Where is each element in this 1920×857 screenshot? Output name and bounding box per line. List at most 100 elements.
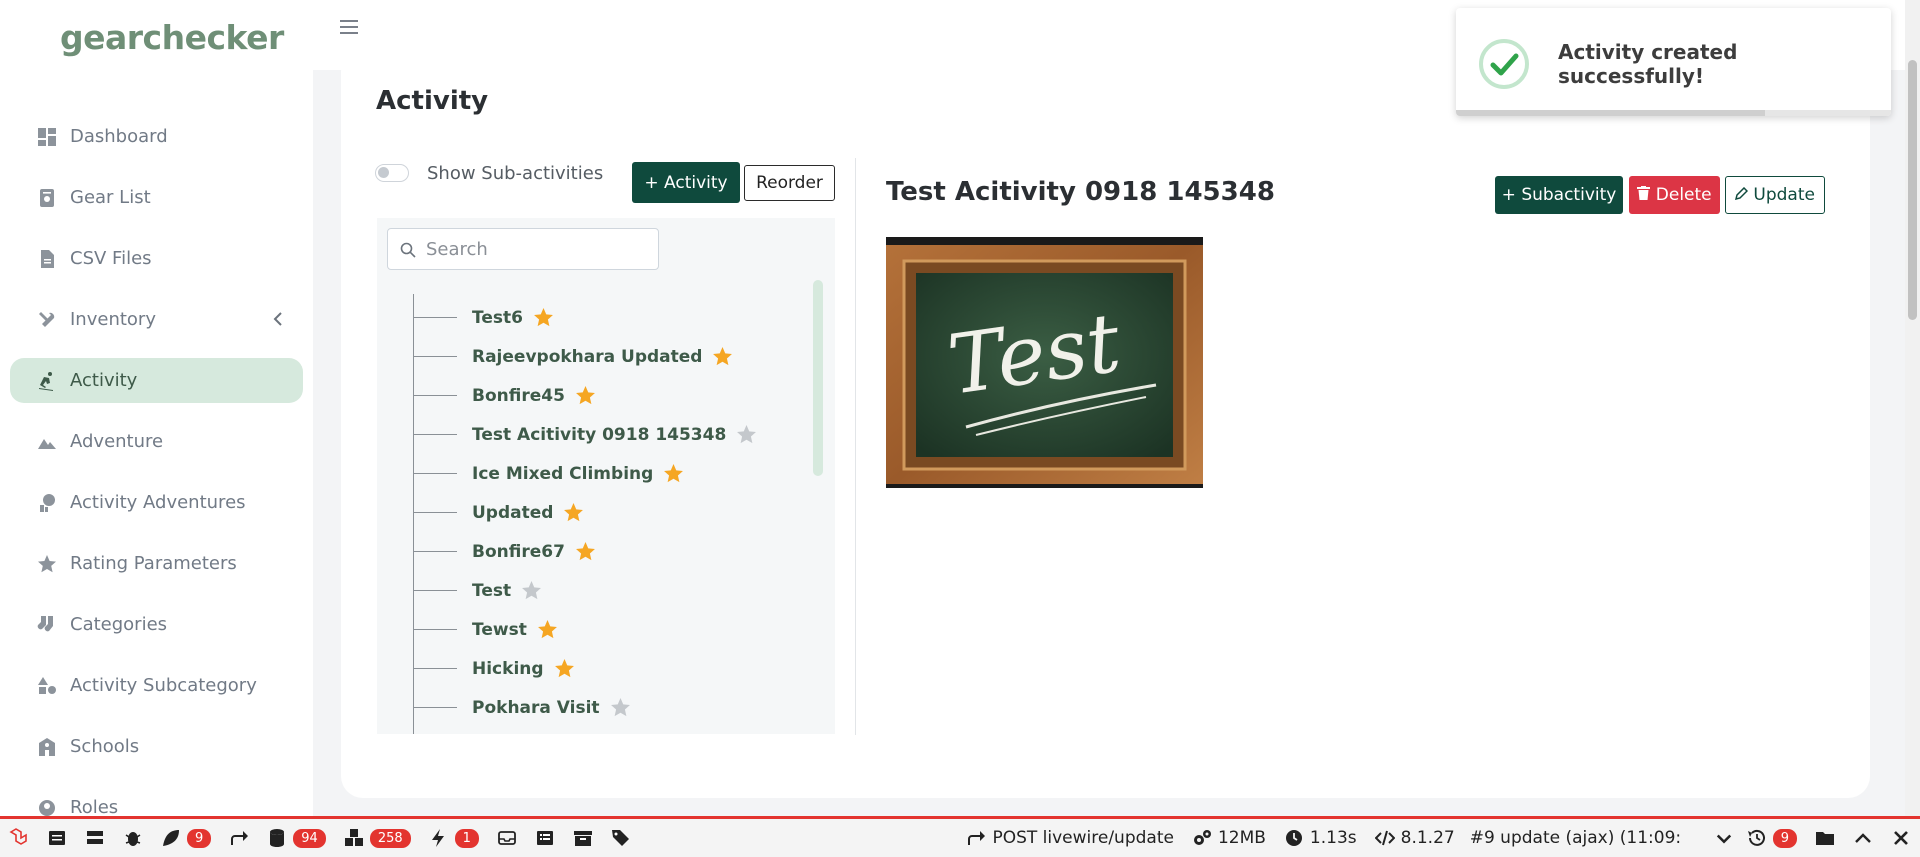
folder-icon[interactable] bbox=[1806, 819, 1844, 857]
tree-item-label[interactable]: Test Acitivity 0918 145348 bbox=[472, 425, 726, 445]
tree-item-label[interactable]: Bonfire67 bbox=[472, 542, 565, 562]
close-icon[interactable] bbox=[1882, 819, 1920, 857]
star-filled-icon[interactable] bbox=[533, 307, 554, 328]
sidebar-item-label: Gear List bbox=[70, 187, 151, 208]
archive-icon[interactable] bbox=[564, 819, 602, 857]
star-filled-icon[interactable] bbox=[575, 385, 596, 406]
tree-item-label[interactable]: Test bbox=[472, 581, 511, 601]
tree-item-label[interactable]: Pokhara Visit bbox=[472, 698, 600, 718]
memory-item[interactable]: 12MB bbox=[1183, 819, 1275, 857]
mail-icon[interactable] bbox=[488, 819, 526, 857]
sidebar-item-csv-files[interactable]: CSV Files bbox=[10, 236, 303, 281]
shapes-icon bbox=[36, 675, 58, 697]
time-item[interactable]: 1.13s bbox=[1275, 819, 1366, 857]
show-subactivities-label: Show Sub-activities bbox=[427, 163, 604, 184]
timeline-icon[interactable] bbox=[76, 819, 114, 857]
tree-branch-line bbox=[414, 356, 457, 357]
views-item[interactable]: 9 bbox=[152, 819, 220, 857]
list-icon[interactable] bbox=[526, 819, 564, 857]
sidebar-item-activity-adventures[interactable]: Activity Adventures bbox=[10, 480, 303, 525]
success-toast[interactable]: Activity created successfully! bbox=[1456, 8, 1891, 116]
tree-item-label[interactable]: Test6 bbox=[472, 308, 523, 328]
star-empty-icon[interactable] bbox=[736, 424, 757, 445]
tree-item[interactable]: Test6 bbox=[414, 298, 794, 337]
tree-branch-line bbox=[414, 434, 457, 435]
bug-icon[interactable] bbox=[114, 819, 152, 857]
tree-branch-line bbox=[414, 473, 457, 474]
chevron-left-icon[interactable] bbox=[271, 311, 287, 327]
tree-item[interactable]: Pokhara Visit bbox=[414, 688, 794, 727]
school-icon bbox=[36, 736, 58, 758]
tree-item[interactable]: Updated bbox=[414, 493, 794, 532]
star-filled-icon[interactable] bbox=[563, 502, 584, 523]
reorder-button[interactable]: Reorder bbox=[744, 165, 835, 201]
sidebar-item-adventure[interactable]: Adventure bbox=[10, 419, 303, 464]
update-button[interactable]: Update bbox=[1725, 176, 1825, 214]
update-label: Update bbox=[1753, 185, 1815, 205]
star-filled-icon[interactable] bbox=[537, 619, 558, 640]
tree-item-label[interactable]: Rajeevpokhara Updated bbox=[472, 347, 702, 367]
menu-toggle-icon[interactable] bbox=[340, 20, 358, 36]
chevron-down-icon[interactable] bbox=[1710, 819, 1738, 857]
tree-item-label[interactable]: Tewst bbox=[472, 620, 527, 640]
messages-icon[interactable] bbox=[38, 819, 76, 857]
sidebar-item-activity[interactable]: Activity bbox=[10, 358, 303, 403]
tree-item-label[interactable]: Bonfire45 bbox=[472, 386, 565, 406]
tree-item-label[interactable]: Updated bbox=[472, 503, 553, 523]
tree-item[interactable]: Bonfire67 bbox=[414, 532, 794, 571]
sidebar-item-label: Activity Subcategory bbox=[70, 675, 257, 696]
request-text: POST livewire/update bbox=[992, 828, 1174, 848]
tree-item[interactable]: Bonfire45 bbox=[414, 376, 794, 415]
tree-item[interactable]: Hicking bbox=[414, 649, 794, 688]
tree-item-label[interactable]: Hicking bbox=[472, 659, 544, 679]
events-item[interactable]: 1 bbox=[420, 819, 488, 857]
laravel-logo-icon[interactable] bbox=[0, 819, 38, 857]
sidebar-item-rating-parameters[interactable]: Rating Parameters bbox=[10, 541, 303, 586]
request-item[interactable]: POST livewire/update bbox=[957, 819, 1183, 857]
activity-image: Test bbox=[886, 237, 1203, 488]
sidebar-item-roles[interactable]: Roles bbox=[10, 785, 303, 816]
queries-item[interactable]: 94 bbox=[258, 819, 335, 857]
star-filled-icon[interactable] bbox=[712, 346, 733, 367]
search-input[interactable] bbox=[426, 237, 651, 261]
chevron-up-icon[interactable] bbox=[1844, 819, 1882, 857]
activity-tree-panel: Test6 Rajeevpokhara Updated Bonfire45 Test … bbox=[377, 218, 835, 734]
add-subactivity-button[interactable]: + Subactivity bbox=[1495, 176, 1623, 214]
tree-item[interactable]: Test Acitivity 0918 145348 bbox=[414, 415, 794, 454]
tags-icon[interactable] bbox=[602, 819, 640, 857]
tree-item[interactable]: Test bbox=[414, 571, 794, 610]
tree-scrollbar[interactable] bbox=[813, 280, 823, 476]
tree-item-label[interactable]: Ice Mixed Climbing bbox=[472, 464, 653, 484]
history-item[interactable]: 9 bbox=[1738, 819, 1806, 857]
logo[interactable]: gearchecker bbox=[60, 18, 284, 57]
sidebar-item-schools[interactable]: Schools bbox=[10, 724, 303, 769]
star-empty-icon[interactable] bbox=[610, 697, 631, 718]
sidebar-item-activity-subcategory[interactable]: Activity Subcategory bbox=[10, 663, 303, 708]
sidebar-item-categories[interactable]: Categories bbox=[10, 602, 303, 647]
star-empty-icon[interactable] bbox=[521, 580, 542, 601]
page-scrollbar[interactable] bbox=[1905, 0, 1920, 816]
star-filled-icon[interactable] bbox=[554, 658, 575, 679]
star-rating-icon bbox=[36, 553, 58, 575]
trash-icon bbox=[1637, 185, 1651, 205]
php-item[interactable]: 8.1.27 bbox=[1366, 819, 1464, 857]
models-item[interactable]: 258 bbox=[335, 819, 420, 857]
tree-branch-line bbox=[414, 590, 457, 591]
tree-item[interactable]: Ice Mixed Climbing bbox=[414, 454, 794, 493]
show-subactivities-toggle[interactable] bbox=[375, 164, 409, 182]
sidebar-item-gear-list[interactable]: Gear List bbox=[10, 175, 303, 220]
cubes-icon bbox=[344, 829, 363, 846]
delete-button[interactable]: Delete bbox=[1629, 176, 1720, 214]
tree-item[interactable]: Rajeevpokhara Updated bbox=[414, 337, 794, 376]
sidebar-item-inventory[interactable]: Inventory bbox=[10, 297, 303, 342]
history-icon bbox=[1747, 829, 1765, 846]
delete-label: Delete bbox=[1655, 185, 1712, 205]
request-select[interactable]: #9 update (ajax) (11:09: bbox=[1463, 824, 1710, 852]
star-filled-icon[interactable] bbox=[575, 541, 596, 562]
sidebar-item-label: Dashboard bbox=[70, 126, 168, 147]
tree-item[interactable]: Tewst bbox=[414, 610, 794, 649]
add-activity-button[interactable]: + Activity bbox=[632, 162, 740, 203]
route-icon[interactable] bbox=[220, 819, 258, 857]
star-filled-icon[interactable] bbox=[663, 463, 684, 484]
sidebar-item-dashboard[interactable]: Dashboard bbox=[10, 114, 303, 159]
